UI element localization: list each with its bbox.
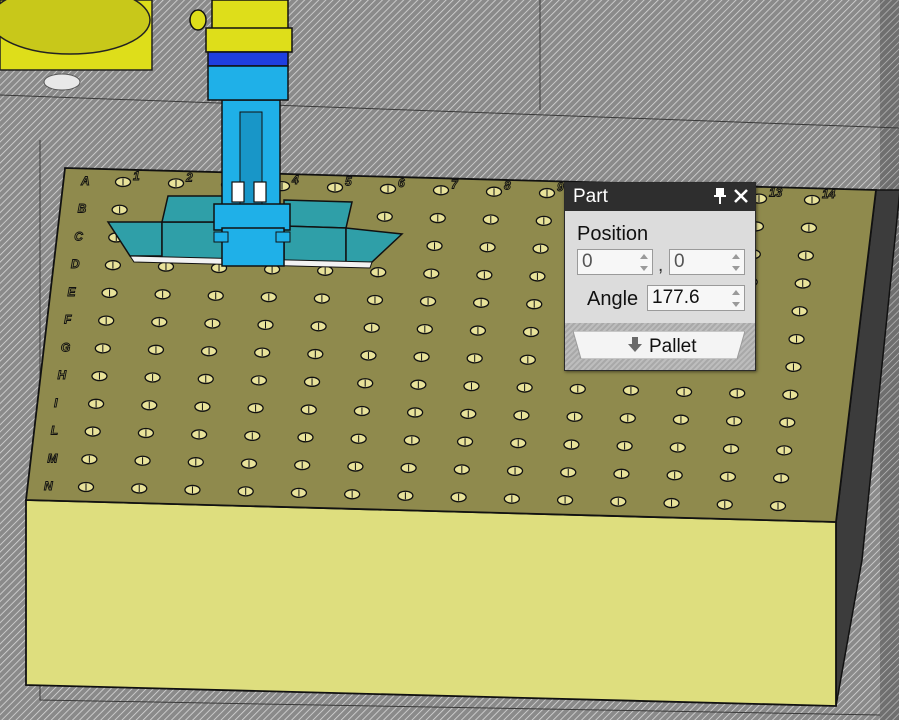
position-separator: , [658,255,664,276]
panel-titlebar[interactable]: Part [565,183,755,211]
pallet-button-label: Pallet [649,336,697,357]
row-label: B [78,202,87,216]
row-label: G [61,340,70,354]
spin-up-icon[interactable] [728,250,744,262]
column-label: 9 [557,180,564,194]
fixture-front [25,499,837,707]
column-label: 1 [133,169,140,183]
close-icon[interactable] [732,187,750,205]
row-label: N [44,479,53,493]
position-x-spinner[interactable] [577,249,653,275]
row-label: C [74,229,83,243]
position-y-input[interactable] [670,250,728,274]
column-label: 14 [822,187,836,201]
part-panel: Part Position , [564,182,756,371]
angle-spinner[interactable] [647,285,745,311]
row-label: E [68,285,77,299]
position-label: Position [577,223,649,245]
column-label: 8 [504,179,511,193]
position-x-input[interactable] [578,250,636,274]
angle-label: Angle [587,288,639,310]
panel-body: Position , Angle [565,211,755,323]
spin-down-icon[interactable] [728,298,744,310]
angle-input[interactable] [648,286,728,310]
spin-down-icon[interactable] [636,262,652,274]
row-label: D [71,257,80,271]
panel-title: Part [573,186,608,207]
row-label: H [57,368,66,382]
column-label: 13 [769,186,783,200]
row-label: F [64,313,72,327]
spin-up-icon[interactable] [728,286,744,298]
spin-up-icon[interactable] [636,250,652,262]
position-y-arrows[interactable] [728,250,744,274]
column-label: 4 [291,173,299,187]
column-label: 5 [345,175,352,189]
row-label: M [47,451,58,465]
cad-viewport[interactable]: ABCDEFGHILMN1234567891011121314 [0,0,899,720]
column-label: 6 [398,176,405,190]
pallet-area: Pallet [565,323,755,370]
row-label: L [51,424,58,438]
pallet-button[interactable]: Pallet [573,331,745,359]
position-y-spinner[interactable] [669,249,745,275]
angle-arrows[interactable] [728,286,744,310]
column-label: 2 [185,170,193,184]
position-x-arrows[interactable] [636,250,652,274]
row-label: A [80,174,90,188]
pin-icon[interactable] [711,186,729,206]
gripper [213,99,291,267]
spin-down-icon[interactable] [728,262,744,274]
arrow-down-icon [628,337,642,358]
